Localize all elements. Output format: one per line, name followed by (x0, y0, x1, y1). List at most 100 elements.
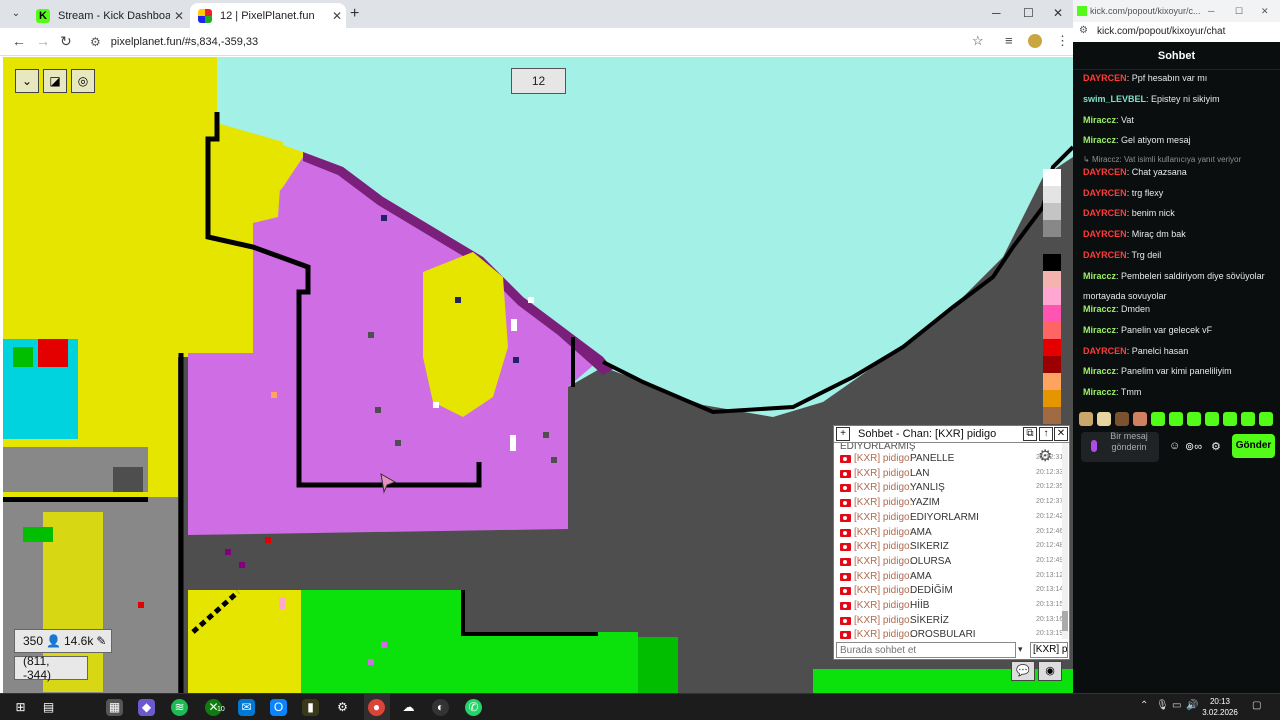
chat-username[interactable]: [KXR] pidigo: (854, 541, 912, 552)
emote-icon[interactable] (1151, 412, 1165, 426)
points-icon[interactable]: ⊚∞ (1185, 440, 1202, 453)
palette-swatch[interactable] (1043, 237, 1061, 254)
kick-username[interactable]: DAYRCEN (1083, 346, 1127, 356)
address-bar[interactable]: ⚙ pixelplanet.fun/#s,834,-359,33 (84, 31, 994, 53)
chat-username[interactable]: [KXR] pidigo: (854, 556, 912, 567)
kick-minimize-icon[interactable]: ─ (1208, 6, 1214, 16)
coordinates-display[interactable]: (811, -344) (14, 654, 88, 682)
tray-chevron-icon[interactable]: ⌃ (1140, 700, 1148, 711)
network-icon[interactable]: ▭ (1172, 700, 1181, 711)
chat-open-button[interactable]: ◉ (1038, 661, 1062, 681)
kick-username[interactable]: Miraccz (1083, 387, 1116, 397)
color-palette[interactable] (1043, 169, 1061, 424)
system-clock[interactable]: 20:13 3.02.2026 (1200, 696, 1240, 718)
game-chat-header[interactable]: + Sohbet - Chan: [KXR] pidigo ⧉ ↑ ✕ (834, 426, 1069, 443)
chat-username[interactable]: [KXR] pidigo: (854, 571, 912, 582)
emote-icon[interactable] (1097, 412, 1111, 426)
chat-username[interactable]: [KXR] pidigo: (854, 468, 912, 479)
canvas-select-button[interactable]: ◪ (43, 69, 67, 93)
tab-search-icon[interactable]: ⌄ (8, 6, 24, 22)
kick-username[interactable]: DAYRCEN (1083, 229, 1127, 239)
palette-swatch[interactable] (1043, 390, 1061, 407)
send-button[interactable]: Gönder (1232, 434, 1275, 458)
chat-username[interactable]: [KXR] pidigo: (854, 453, 912, 464)
kick-username[interactable]: Miraccz (1083, 135, 1116, 145)
kick-username[interactable]: Miraccz (1083, 271, 1116, 281)
chat-username[interactable]: [KXR] pidigo: (854, 482, 912, 493)
kick-close-icon[interactable]: ✕ (1261, 6, 1269, 17)
site-info-icon[interactable]: ⚙ (90, 35, 101, 49)
close-tab-icon[interactable]: ✕ (170, 9, 188, 23)
kick-username[interactable]: DAYRCEN (1083, 208, 1127, 218)
emote-icon[interactable] (1241, 412, 1255, 426)
kick-username[interactable]: DAYRCEN (1083, 167, 1127, 177)
emote-icon[interactable] (1223, 412, 1237, 426)
palette-swatch[interactable] (1043, 169, 1061, 186)
maximize-icon[interactable]: ☐ (1023, 6, 1034, 20)
3d-toggle-button[interactable]: ◎ (71, 69, 95, 93)
start-windows-icon[interactable]: ⊞ (12, 699, 29, 716)
emoji-icon[interactable]: ☺ (1169, 440, 1180, 452)
palette-swatch[interactable] (1043, 407, 1061, 424)
close-tab-icon[interactable]: ✕ (328, 9, 346, 23)
tab-kick-dashboard[interactable]: Stream - Kick Dashboard ✕ (28, 3, 188, 28)
task-view-icon[interactable]: ▤ (40, 699, 57, 716)
minimize-icon[interactable]: ─ (992, 6, 1001, 20)
emote-icon[interactable] (1079, 412, 1093, 426)
palette-swatch[interactable] (1043, 373, 1061, 390)
kick-username[interactable]: swim_LEVBEL (1083, 94, 1146, 104)
mic-tray-icon[interactable]: 🎙 (1156, 700, 1169, 711)
kick-username[interactable]: Miraccz (1083, 115, 1116, 125)
chat-scrollbar[interactable] (1062, 443, 1068, 639)
chat-settings-icon[interactable]: ⚙ (1211, 440, 1221, 453)
palette-swatch[interactable] (1043, 203, 1061, 220)
palette-swatch[interactable] (1043, 186, 1061, 203)
palette-swatch[interactable] (1043, 356, 1061, 373)
chat-add-icon[interactable]: + (836, 427, 850, 441)
palette-swatch[interactable] (1043, 254, 1061, 271)
chat-username[interactable]: [KXR] pidigo: (854, 600, 912, 611)
palette-swatch[interactable] (1043, 305, 1061, 322)
kick-address-bar[interactable]: ⚙ kick.com/popout/kixoyur/chat (1073, 22, 1280, 42)
online-canvas-badge[interactable]: 12 (511, 68, 566, 94)
dropdown-menu-button[interactable]: ⌄ (15, 69, 39, 93)
spotify-icon[interactable]: ≋ (171, 699, 188, 716)
palette-swatch[interactable] (1043, 288, 1061, 305)
new-tab-button[interactable]: + (350, 5, 359, 23)
palette-swatch[interactable] (1043, 322, 1061, 339)
emote-icon[interactable] (1259, 412, 1273, 426)
emote-icon[interactable] (1133, 412, 1147, 426)
bookmark-star-icon[interactable]: ☆ (972, 33, 984, 49)
app-icon[interactable]: ▮ (302, 699, 319, 716)
chat-maximize-icon[interactable]: ↑ (1039, 427, 1053, 441)
volume-icon[interactable]: 🔊 (1186, 700, 1198, 711)
media-controls-icon[interactable]: ≡ (1005, 33, 1013, 48)
kick-username[interactable]: Miraccz (1083, 325, 1116, 335)
mic-icon[interactable] (1091, 440, 1097, 452)
chat-close-icon[interactable]: ✕ (1054, 427, 1068, 441)
kick-username[interactable]: Miraccz (1083, 366, 1116, 376)
chat-username[interactable]: [KXR] pidigo: (854, 497, 912, 508)
emote-icon[interactable] (1169, 412, 1183, 426)
profile-avatar[interactable] (1028, 34, 1042, 48)
scrollbar-thumb[interactable] (1062, 611, 1068, 631)
back-icon[interactable]: ← (12, 33, 26, 49)
kick-maximize-icon[interactable]: ☐ (1235, 6, 1243, 17)
chrome-icon[interactable]: ● (368, 699, 385, 716)
chat-popout-icon[interactable]: ⧉ (1023, 427, 1037, 441)
channel-dropdown-icon[interactable]: ▾ (1018, 644, 1023, 655)
close-window-icon[interactable]: ✕ (1053, 6, 1063, 20)
palette-swatch[interactable] (1043, 271, 1061, 288)
reload-icon[interactable]: ↻ (60, 33, 72, 50)
chat-settings-gear-icon[interactable]: ⚙ (1038, 446, 1052, 466)
settings-gear-icon[interactable]: ⚙ (334, 699, 351, 716)
notifications-icon[interactable]: ▢ (1252, 700, 1261, 711)
kick-username[interactable]: Miraccz (1083, 304, 1116, 314)
obs-icon[interactable]: ◐ (432, 699, 449, 716)
game-chat-input[interactable] (836, 642, 1016, 658)
kick-username[interactable]: DAYRCEN (1083, 250, 1127, 260)
outlook-icon[interactable]: O (270, 699, 287, 716)
palette-swatch[interactable] (1043, 220, 1061, 237)
chat-username[interactable]: [KXR] pidigo: (854, 527, 912, 538)
menu-icon[interactable]: ⋮ (1056, 33, 1069, 49)
